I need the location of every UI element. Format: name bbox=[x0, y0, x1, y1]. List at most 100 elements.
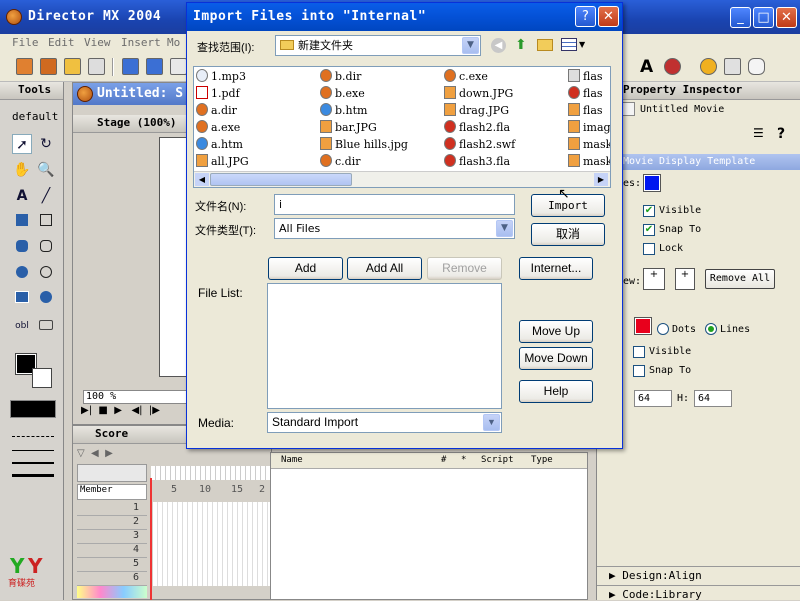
rewind-icon[interactable]: ▶| bbox=[81, 405, 92, 416]
file-item[interactable]: all.JPG bbox=[196, 154, 249, 170]
file-item[interactable]: mask bbox=[568, 137, 610, 153]
tab-movie[interactable]: Movie bbox=[623, 156, 653, 167]
grid-visible-checkbox[interactable] bbox=[633, 346, 645, 358]
code-library-section[interactable]: ▶ Code:Library bbox=[597, 585, 800, 601]
paint-icon[interactable] bbox=[664, 58, 681, 75]
file-item[interactable]: a.dir bbox=[196, 103, 237, 119]
score-timeline[interactable] bbox=[151, 466, 271, 480]
menu-modify[interactable]: Mo bbox=[167, 36, 180, 49]
field-tool-icon[interactable]: obl bbox=[12, 316, 32, 336]
score-color-strip[interactable] bbox=[77, 586, 147, 598]
playhead[interactable] bbox=[150, 478, 152, 600]
guide-color-swatch[interactable] bbox=[643, 174, 661, 192]
column-star[interactable]: * bbox=[461, 455, 466, 465]
channel-number[interactable]: 3 bbox=[77, 530, 147, 544]
column-number[interactable]: # bbox=[441, 455, 446, 465]
file-item[interactable]: flash3.fla bbox=[444, 154, 510, 170]
grid-height-input[interactable]: 64 bbox=[694, 390, 732, 407]
zoom-select[interactable]: 100 % bbox=[83, 390, 187, 404]
open-folder-icon[interactable] bbox=[64, 58, 81, 75]
file-item[interactable]: flas bbox=[568, 86, 603, 102]
chevron-down-icon[interactable]: ▼ bbox=[496, 220, 513, 237]
button-tool-icon[interactable] bbox=[12, 289, 32, 309]
save-all-icon[interactable] bbox=[146, 58, 163, 75]
import-icon[interactable] bbox=[88, 58, 105, 75]
dialog-help-icon[interactable]: ? bbox=[575, 6, 596, 27]
remove-button[interactable]: Remove bbox=[427, 257, 502, 280]
new-cast-icon[interactable] bbox=[40, 58, 57, 75]
tab-display-template[interactable]: Display Template bbox=[659, 156, 755, 167]
remove-all-guides-button[interactable]: Remove All bbox=[705, 269, 775, 289]
tools-panel-header[interactable]: Tools bbox=[0, 82, 63, 100]
lock-checkbox[interactable] bbox=[643, 243, 655, 255]
chevron-down-icon[interactable]: ▼ bbox=[483, 414, 500, 431]
message-icon[interactable] bbox=[748, 58, 765, 75]
rotate-tool-icon[interactable]: ↻ bbox=[36, 134, 56, 154]
grid-width-input[interactable]: 64 bbox=[634, 390, 672, 407]
push-button-tool-icon[interactable] bbox=[36, 316, 56, 336]
file-item[interactable]: 1.mp3 bbox=[196, 69, 246, 85]
member-select[interactable]: Member bbox=[77, 484, 147, 500]
vertical-guide-tool[interactable]: + bbox=[675, 268, 695, 290]
file-item[interactable]: mask bbox=[568, 154, 610, 170]
channel-number[interactable]: 2 bbox=[77, 516, 147, 530]
look-in-select[interactable]: 新建文件夹 ▼ bbox=[275, 35, 481, 56]
score-grid[interactable] bbox=[153, 502, 271, 586]
new-movie-icon[interactable] bbox=[16, 58, 33, 75]
stop-icon[interactable]: ■ bbox=[98, 405, 107, 416]
menu-file[interactable]: File bbox=[12, 36, 39, 49]
gear-icon[interactable] bbox=[700, 58, 717, 75]
file-item[interactable]: imag bbox=[568, 120, 610, 136]
arrow-tool-icon[interactable]: ➚ bbox=[12, 134, 32, 154]
step-forward-icon[interactable]: |▶ bbox=[149, 405, 160, 416]
file-item[interactable]: a.htm bbox=[196, 137, 243, 153]
zoom-tool-icon[interactable]: 🔍 bbox=[36, 160, 56, 180]
back-icon[interactable]: ◀ bbox=[491, 38, 506, 53]
menu-view[interactable]: View bbox=[84, 36, 111, 49]
line-tool-icon[interactable]: ╱ bbox=[36, 186, 56, 206]
channel-number[interactable]: 6 bbox=[77, 572, 147, 586]
dots-radio[interactable] bbox=[657, 323, 669, 335]
file-item[interactable]: c.dir bbox=[320, 154, 360, 170]
file-item[interactable]: flash2.swf bbox=[444, 137, 515, 153]
help-icon[interactable]: ? bbox=[777, 126, 785, 142]
design-align-section[interactable]: ▶ Design:Align bbox=[597, 566, 800, 582]
file-item[interactable]: c.exe bbox=[444, 69, 488, 85]
score-nav-arrows[interactable]: ▽ ◀ ▶ bbox=[77, 448, 147, 462]
line-width-3[interactable] bbox=[12, 474, 54, 477]
file-item[interactable]: b.dir bbox=[320, 69, 361, 85]
scroll-right-icon[interactable]: ▶ bbox=[594, 173, 608, 186]
channel-number[interactable]: 4 bbox=[77, 544, 147, 558]
column-name[interactable]: Name bbox=[281, 455, 303, 465]
hand-tool-icon[interactable]: ✋ bbox=[12, 160, 32, 180]
file-item[interactable]: down.JPG bbox=[444, 86, 513, 102]
media-select[interactable]: Standard Import ▼ bbox=[267, 412, 502, 433]
import-file-list[interactable] bbox=[267, 283, 502, 409]
save-icon[interactable] bbox=[122, 58, 139, 75]
line-width-2[interactable] bbox=[12, 462, 54, 464]
visible-checkbox[interactable]: ✔ bbox=[643, 205, 655, 217]
file-item[interactable]: b.htm bbox=[320, 103, 367, 119]
rect-tool-icon[interactable] bbox=[36, 212, 56, 232]
publish-icon[interactable] bbox=[170, 58, 187, 75]
list-view-icon[interactable]: ☰ bbox=[753, 126, 764, 140]
filled-rect-tool-icon[interactable] bbox=[12, 212, 32, 232]
file-item[interactable]: b.exe bbox=[320, 86, 365, 102]
cancel-button[interactable]: 取消 bbox=[531, 223, 605, 246]
ellipse-tool-icon[interactable] bbox=[36, 264, 56, 284]
pattern-swatch[interactable] bbox=[10, 400, 56, 418]
text-tool-icon[interactable]: A bbox=[640, 57, 653, 77]
menu-edit[interactable]: Edit bbox=[48, 36, 75, 49]
scroll-left-icon[interactable]: ◀ bbox=[195, 173, 209, 186]
help-button[interactable]: Help bbox=[519, 380, 593, 403]
score-channel-selector[interactable] bbox=[77, 464, 147, 482]
file-item[interactable]: Blue hills.jpg bbox=[320, 137, 408, 153]
maximize-button[interactable]: □ bbox=[753, 7, 774, 28]
line-width-1[interactable] bbox=[12, 450, 54, 451]
stage-header[interactable]: Stage (100%) bbox=[73, 115, 193, 133]
file-item[interactable]: flas bbox=[568, 103, 603, 119]
lines-radio[interactable] bbox=[705, 323, 717, 335]
text-tool-icon-2[interactable]: A bbox=[12, 186, 32, 206]
channel-number[interactable]: 1 bbox=[77, 502, 147, 516]
step-back-icon[interactable]: ◀| bbox=[131, 405, 142, 416]
